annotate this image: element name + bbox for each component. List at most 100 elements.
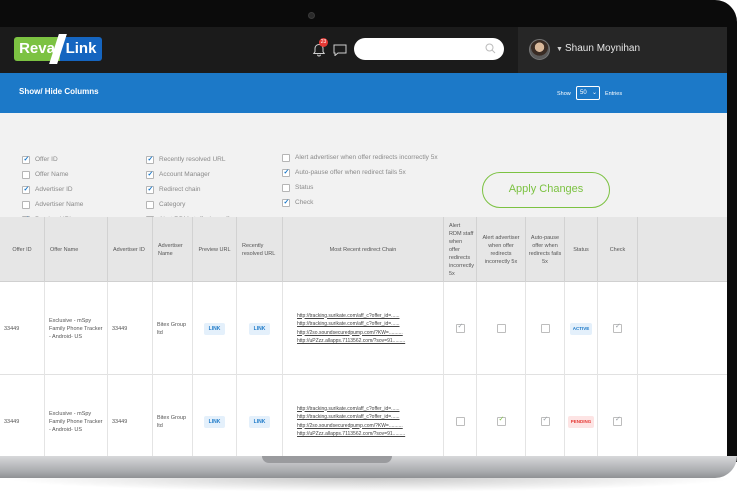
column-option-label: Advertiser ID <box>35 186 73 193</box>
column-checkbox[interactable] <box>146 170 154 179</box>
camera-icon <box>308 12 315 19</box>
alert-adv-checkbox[interactable] <box>496 324 506 333</box>
alert-adv-checkbox[interactable] <box>496 416 506 426</box>
preview-link-button[interactable]: LINK <box>203 415 226 428</box>
revalink-logo[interactable]: Reva Link <box>14 34 104 64</box>
column-header[interactable]: Alert advertiser when offer redirects in… <box>477 217 526 282</box>
resolved-link-button[interactable]: LINK <box>248 415 271 428</box>
chevron-down-icon: ⌄ <box>591 90 597 96</box>
redirect-link[interactable]: http://tracking.surikate.com/aff_c?offer… <box>297 405 405 414</box>
column-option-label: Advertiser Name <box>35 201 84 208</box>
app-screen: Reva Link 23 ▼ Shaun Moynihan Show/ Hide… <box>0 27 727 457</box>
column-checkbox[interactable] <box>22 171 30 179</box>
column-header[interactable]: Check <box>598 217 638 282</box>
table-row[interactable]: 33449 Exclusive - mSpy Family Phone Track… <box>0 282 727 375</box>
column-header[interactable]: Advertiser ID <box>108 217 153 282</box>
column-option-label: Offer ID <box>35 156 58 163</box>
column-header[interactable]: Status <box>565 217 598 282</box>
laptop-frame: Reva Link 23 ▼ Shaun Moynihan Show/ Hide… <box>0 0 737 500</box>
column-checkbox[interactable] <box>146 155 154 164</box>
column-checkbox[interactable] <box>282 168 290 177</box>
column-option-label: Alert advertiser when offer redirects in… <box>295 154 438 161</box>
search-input[interactable] <box>354 38 504 60</box>
alert_adv-cell <box>477 282 526 375</box>
preview-url-cell: LINK <box>193 375 237 457</box>
entries-label: Entries <box>605 91 623 97</box>
advertiser-name-cell: Bitex Group ltd <box>153 282 193 375</box>
table-row[interactable]: 33449 Exclusive - mSpy Family Phone Track… <box>0 375 727 457</box>
alert-rdm-checkbox[interactable] <box>455 323 465 333</box>
redirect-link[interactable]: http://tracking.surikate.com/aff_c?offer… <box>297 320 405 329</box>
alert-rdm-checkbox[interactable] <box>455 417 465 426</box>
offer-id-cell-text: 33449 <box>4 418 20 425</box>
column-header[interactable]: Preview URL <box>193 217 237 282</box>
top-bar: Reva Link 23 ▼ Shaun Moynihan <box>0 27 727 73</box>
auto_pause-cell <box>526 282 565 375</box>
avatar[interactable] <box>529 39 550 60</box>
check-checkbox[interactable] <box>613 323 622 333</box>
status-cell: PENDING <box>565 375 598 457</box>
redirect-chain-cell: http://tracking.surikate.com/aff_c?offer… <box>283 282 444 375</box>
show-label: Show <box>557 91 571 97</box>
resolved-link-button[interactable]: LINK <box>248 322 271 335</box>
column-option-label: Status <box>295 184 314 191</box>
column-option-label: Category <box>159 201 186 208</box>
column-header[interactable]: Advertiser Name <box>153 217 193 282</box>
column-header[interactable]: Most Recent redirect Chain <box>283 217 444 282</box>
check-cell <box>598 282 638 375</box>
redirect-chain-cell: http://tracking.surikate.com/aff_c?offer… <box>283 375 444 457</box>
alert_rdm-cell <box>444 282 477 375</box>
column-option-label: Redirect chain <box>159 186 201 193</box>
entries-select[interactable]: 50 ⌄ <box>576 86 600 100</box>
column-checkbox[interactable] <box>22 185 30 194</box>
logo-link: Link <box>60 37 102 61</box>
notification-count-badge: 23 <box>319 38 328 47</box>
offer-id-cell-text: 33449 <box>4 325 20 332</box>
column-header[interactable]: Offer ID <box>0 217 45 282</box>
column-header[interactable]: Auto-pause offer when redirects fails 5x <box>526 217 565 282</box>
caret-down-icon[interactable]: ▼ <box>556 46 563 53</box>
redirect-link[interactable]: http://tracking.surikate.com/aff_c?offer… <box>297 413 405 422</box>
column-header[interactable]: Recently resolved URL <box>237 217 283 282</box>
redirect-link[interactable]: http://tracking.surikate.com/aff_c?offer… <box>297 312 405 321</box>
check-checkbox[interactable] <box>613 416 622 426</box>
preview-link-button[interactable]: LINK <box>203 322 226 335</box>
column-checkbox[interactable] <box>22 201 30 209</box>
laptop-notch <box>262 456 392 463</box>
auto-pause-checkbox[interactable] <box>540 324 550 333</box>
alert_rdm-cell <box>444 375 477 457</box>
columns-header-bar: Show/ Hide Columns Show 50 ⌄ Entries <box>0 73 727 113</box>
column-checkbox[interactable] <box>282 154 290 162</box>
column-header[interactable]: Alert RDM staff when offer redirects inc… <box>444 217 477 282</box>
alert_adv-cell <box>477 375 526 457</box>
column-header[interactable]: Offer Name <box>45 217 108 282</box>
column-option-label: Auto-pause offer when redirect fails 5x <box>295 169 406 176</box>
redirect-link[interactable]: http://uPZzz.allapps.7113562.com/?sov=91… <box>297 430 405 439</box>
advertiser-name-cell: Bitex Group ltd <box>153 375 193 457</box>
column-checkbox[interactable] <box>146 185 154 194</box>
chat-icon[interactable] <box>333 44 347 56</box>
column-option-label: Account Manager <box>159 171 210 178</box>
apply-changes-button[interactable]: Apply Changes <box>482 172 610 208</box>
table-header: Offer ID Offer Name Advertiser ID Advertise… <box>0 217 727 282</box>
column-option-label: Offer Name <box>35 171 69 178</box>
user-name[interactable]: Shaun Moynihan <box>565 43 640 54</box>
offer-id-cell: 33449 <box>0 375 45 457</box>
column-checkbox[interactable] <box>22 155 30 164</box>
offer-name-cell: Exclusive - mSpy Family Phone Tracker - … <box>45 375 108 457</box>
auto-pause-checkbox[interactable] <box>540 416 550 426</box>
column-checkbox[interactable] <box>282 184 290 192</box>
column-checkbox[interactable] <box>282 198 290 207</box>
laptop-shadow <box>0 478 737 492</box>
preview-url-cell: LINK <box>193 282 237 375</box>
redirect-link[interactable]: http://2so.soundsecuredpump.com/?KW=....… <box>297 329 405 338</box>
offer-name-cell: Exclusive - mSpy Family Phone Tracker - … <box>45 282 108 375</box>
resolved-url-cell: LINK <box>237 282 283 375</box>
redirect-link[interactable]: http://uPZzz.allapps.7113562.com/?sov=91… <box>297 337 405 346</box>
advertiser-name-cell-text: Bitex Group ltd <box>157 414 187 429</box>
column-option-label: Recently resolved URL <box>159 156 226 163</box>
user-menu[interactable]: ▼ Shaun Moynihan <box>518 27 727 73</box>
redirect-link[interactable]: http://2so.soundsecuredpump.com/?KW=....… <box>297 422 405 431</box>
search-icon[interactable] <box>485 43 496 54</box>
column-checkbox[interactable] <box>146 201 154 209</box>
